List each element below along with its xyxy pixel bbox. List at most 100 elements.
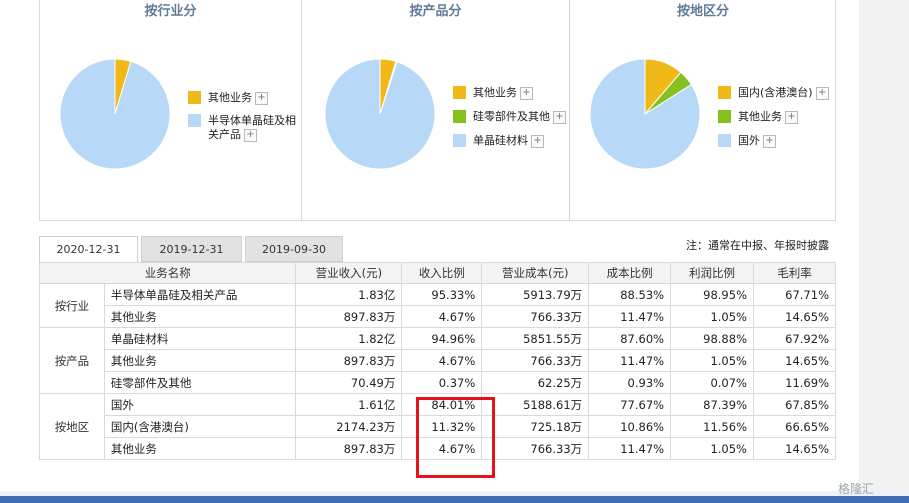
value-cell: 1.05% bbox=[670, 437, 754, 460]
legend-label: 其他业务 bbox=[208, 91, 252, 104]
table-row: 硅零部件及其他 70.49万 0.37% 62.25万 0.93% 0.07% 11.69% bbox=[40, 371, 836, 394]
value-cell: 0.93% bbox=[588, 371, 672, 394]
value-cell: 11.47% bbox=[588, 305, 672, 328]
column-header: 利润比例 bbox=[670, 262, 754, 284]
chart-panel-product: 按产品分 其他业务 + 硅零部件及其他 + 单晶硅材料 + bbox=[302, 0, 570, 220]
value-cell: 766.33万 bbox=[481, 305, 590, 328]
table-row: 其他业务 897.83万 4.67% 766.33万 11.47% 1.05% 14.65% bbox=[40, 349, 836, 372]
pie-chart-region bbox=[589, 58, 701, 170]
value-cell: 98.95% bbox=[670, 283, 754, 306]
value-cell: 5913.79万 bbox=[481, 283, 590, 306]
legend-swatch bbox=[718, 86, 731, 99]
business-name-cell: 其他业务 bbox=[103, 305, 297, 328]
value-cell: 4.67% bbox=[401, 305, 483, 328]
value-cell: 766.33万 bbox=[481, 437, 590, 460]
table-row: 按行业 半导体单晶硅及相关产品 1.83亿 95.33% 5913.79万 88.53% 9… bbox=[39, 283, 836, 328]
chart-panel-industry: 按行业分 其他业务 + 半导体单晶硅及相关产品 + bbox=[40, 0, 302, 220]
value-cell: 70.49万 bbox=[295, 371, 403, 394]
tab-2019-09-30[interactable]: 2019-09-30 bbox=[245, 236, 343, 262]
value-cell: 94.96% bbox=[401, 327, 483, 350]
value-cell: 67.85% bbox=[753, 393, 836, 416]
value-cell: 1.05% bbox=[670, 305, 754, 328]
value-cell: 95.33% bbox=[401, 283, 483, 306]
pie-slice[interactable] bbox=[324, 58, 436, 170]
value-cell: 62.25万 bbox=[481, 371, 590, 394]
value-cell: 5851.55万 bbox=[481, 327, 590, 350]
value-cell: 1.82亿 bbox=[295, 327, 403, 350]
value-cell: 11.47% bbox=[588, 437, 672, 460]
bottom-bar bbox=[0, 491, 909, 503]
value-cell: 14.65% bbox=[753, 349, 836, 372]
plus-icon[interactable]: + bbox=[785, 110, 798, 124]
value-cell: 67.71% bbox=[753, 283, 836, 306]
highlight-box bbox=[416, 397, 495, 478]
plus-icon[interactable]: + bbox=[531, 134, 544, 148]
legend-label: 硅零部件及其他 bbox=[473, 110, 550, 123]
value-cell: 77.67% bbox=[588, 393, 672, 416]
legend-label: 其他业务 bbox=[473, 86, 517, 99]
charts-area: 按行业分 其他业务 + 半导体单晶硅及相关产品 + 按产品分 其他业务 + 硅零… bbox=[39, 0, 836, 221]
plus-icon[interactable]: + bbox=[553, 110, 566, 124]
column-header: 业务名称 bbox=[38, 262, 297, 284]
legend-label: 国外 bbox=[738, 134, 760, 147]
disclosure-note: 注：通常在中报、年报时披露 bbox=[686, 239, 829, 252]
value-cell: 2174.23万 bbox=[295, 415, 403, 438]
legend-product: 其他业务 + 硅零部件及其他 + 单晶硅材料 + bbox=[453, 86, 568, 156]
value-cell: 725.18万 bbox=[481, 415, 590, 438]
value-cell: 66.65% bbox=[753, 415, 836, 438]
value-cell: 897.83万 bbox=[295, 305, 403, 328]
plus-icon[interactable]: + bbox=[520, 86, 533, 100]
group-label: 按地区 bbox=[39, 393, 105, 460]
value-cell: 87.60% bbox=[588, 327, 672, 350]
value-cell: 4.67% bbox=[401, 349, 483, 372]
pie-chart-industry bbox=[59, 58, 171, 170]
group-label: 按产品 bbox=[39, 327, 105, 394]
plus-icon[interactable]: + bbox=[255, 91, 268, 105]
value-cell: 14.65% bbox=[753, 437, 836, 460]
column-header: 毛利率 bbox=[753, 262, 836, 284]
legend-swatch bbox=[453, 86, 466, 99]
group-label: 按行业 bbox=[39, 283, 105, 328]
legend-label: 其他业务 bbox=[738, 110, 782, 123]
business-name-cell: 单晶硅材料 bbox=[103, 327, 297, 350]
business-name-cell: 国外 bbox=[103, 393, 297, 416]
pie-chart-product bbox=[324, 58, 436, 170]
legend-swatch bbox=[718, 134, 731, 147]
table-row: 其他业务 897.83万 4.67% 766.33万 11.47% 1.05% 14.65% bbox=[40, 305, 836, 328]
watermark-logo: 格隆汇 bbox=[838, 482, 875, 496]
legend-swatch bbox=[453, 110, 466, 123]
business-name-cell: 国内(含港澳台) bbox=[103, 415, 297, 438]
page-frame: 按行业分 其他业务 + 半导体单晶硅及相关产品 + 按产品分 其他业务 + 硅零… bbox=[0, 0, 859, 503]
column-header: 营业收入(元) bbox=[295, 262, 403, 284]
business-name-cell: 其他业务 bbox=[103, 349, 297, 372]
legend-region: 国内(含港澳台) + 其他业务 + 国外 + bbox=[718, 86, 833, 156]
value-cell: 1.05% bbox=[670, 349, 754, 372]
right-gutter bbox=[859, 0, 909, 503]
value-cell: 14.65% bbox=[753, 305, 836, 328]
chart-title: 按产品分 bbox=[409, 4, 462, 19]
chart-title: 按地区分 bbox=[676, 4, 729, 19]
value-cell: 0.07% bbox=[670, 371, 754, 394]
value-cell: 11.69% bbox=[753, 371, 836, 394]
column-header: 收入比例 bbox=[401, 262, 483, 284]
value-cell: 5188.61万 bbox=[481, 393, 590, 416]
value-cell: 11.56% bbox=[670, 415, 754, 438]
table-header-row: 业务名称 营业收入(元) 收入比例 营业成本(元) 成本比例 利润比例 毛利率 bbox=[38, 262, 836, 284]
value-cell: 766.33万 bbox=[481, 349, 590, 372]
plus-icon[interactable]: + bbox=[763, 134, 776, 148]
column-header: 成本比例 bbox=[588, 262, 672, 284]
legend-label: 单晶硅材料 bbox=[473, 134, 528, 147]
plus-icon[interactable]: + bbox=[244, 128, 257, 142]
legend-label: 国内(含港澳台) bbox=[738, 86, 813, 99]
value-cell: 1.83亿 bbox=[295, 283, 403, 306]
business-name-cell: 其他业务 bbox=[103, 437, 297, 460]
tab-2019-12-31[interactable]: 2019-12-31 bbox=[141, 236, 242, 262]
value-cell: 1.61亿 bbox=[295, 393, 403, 416]
legend-swatch bbox=[718, 110, 731, 123]
pie-slice[interactable] bbox=[59, 58, 171, 170]
table-row: 按产品 单晶硅材料 1.82亿 94.96% 5851.55万 87.60% 98.88% 6… bbox=[39, 327, 836, 394]
tab-2020-12-31[interactable]: 2020-12-31 bbox=[39, 236, 138, 263]
value-cell: 897.83万 bbox=[295, 349, 403, 372]
column-header: 营业成本(元) bbox=[481, 262, 590, 284]
plus-icon[interactable]: + bbox=[815, 86, 829, 100]
